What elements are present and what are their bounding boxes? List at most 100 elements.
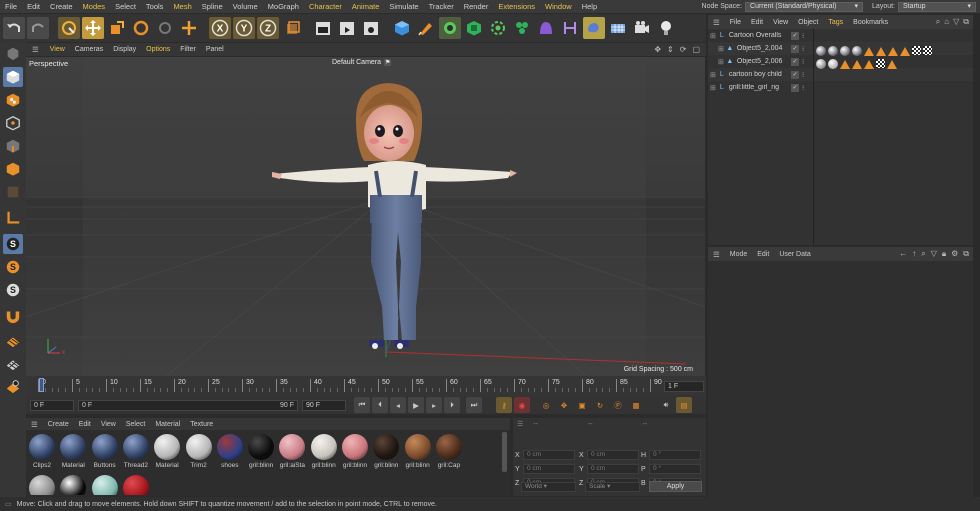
menu-mograph[interactable]: MoGraph — [263, 0, 304, 13]
coord-value-field[interactable]: 0 ° — [649, 464, 701, 474]
uvw-tag-icon[interactable] — [912, 46, 921, 55]
filter-icon[interactable]: ▽ — [953, 17, 959, 27]
camera-button[interactable] — [631, 17, 653, 39]
maximize-view-icon[interactable]: ▢ — [692, 45, 700, 54]
undo-button[interactable] — [3, 17, 25, 39]
z-axis-lock-button[interactable]: Z — [257, 17, 279, 39]
material-swatch[interactable]: Thread2 — [122, 434, 150, 474]
symmetry-button[interactable]: S — [3, 280, 23, 300]
coord-value-field[interactable]: 0 cm — [587, 450, 639, 460]
object-row[interactable]: ⊞ Lcartoon boy child ✓ ⁝ — [708, 68, 973, 81]
bend-button[interactable] — [559, 17, 581, 39]
object-row[interactable]: ⊞ Lgrill:little_girl_rig ✓ ⁝ — [708, 81, 973, 94]
viewport-menu-display[interactable]: Display — [108, 46, 141, 53]
arrow-up-icon[interactable]: ↑ — [912, 249, 916, 259]
menu-tracker[interactable]: Tracker — [424, 0, 459, 13]
snap-button[interactable]: S — [3, 234, 23, 254]
layer-dots-icon[interactable]: ⁝ — [802, 45, 804, 53]
material-swatch[interactable]: gril:blinn — [372, 434, 400, 474]
material-swatch[interactable]: gril:Cap — [435, 434, 463, 474]
panel-menu-icon[interactable]: ☰ — [517, 420, 523, 428]
object-name[interactable]: Object5_2,004 — [737, 45, 791, 52]
move-view-icon[interactable]: ✥ — [654, 45, 661, 54]
layer-dots-icon[interactable]: ⁝ — [802, 84, 804, 92]
material-swatch[interactable] — [91, 475, 119, 495]
arrow-left-icon[interactable]: ← — [899, 249, 907, 259]
material-tag-icon[interactable] — [887, 60, 897, 69]
rotation-key-button[interactable]: ↻ — [592, 397, 608, 413]
texture-tag-icon[interactable] — [816, 46, 826, 56]
play-button[interactable]: ▶ — [408, 397, 424, 413]
settings-icon[interactable]: ⚙︎ — [951, 249, 958, 259]
material-swatch[interactable]: Material — [59, 434, 87, 474]
material-scrollbar[interactable] — [502, 432, 507, 472]
viewport-menu-view[interactable]: View — [45, 46, 70, 53]
y-axis-lock-button[interactable]: Y — [233, 17, 255, 39]
expand-toggle-icon[interactable]: ⊞ — [710, 71, 716, 79]
material-tag-icon[interactable] — [840, 60, 850, 69]
coord-value-field[interactable]: 0 cm — [523, 450, 575, 460]
material-menu-edit[interactable]: Edit — [74, 421, 96, 428]
material-swatch[interactable]: gril:blinn — [404, 434, 432, 474]
camera-label[interactable]: Default Camera ⚑ — [332, 59, 392, 66]
zoom-view-icon[interactable]: ⇕ — [667, 45, 674, 54]
next-key-button[interactable]: ⏵ — [444, 397, 460, 413]
go-to-end-button[interactable]: ⏭ — [466, 397, 482, 413]
axis-mode-button[interactable] — [3, 182, 23, 202]
expand-toggle-icon[interactable]: ⊞ — [718, 45, 724, 53]
parameter-key-button[interactable]: Ⓟ — [610, 397, 626, 413]
material-menu-material[interactable]: Material — [150, 421, 185, 428]
redo-button[interactable] — [27, 17, 49, 39]
apply-button[interactable]: Apply — [649, 481, 702, 492]
next-frame-button[interactable]: ▸ — [426, 397, 442, 413]
search-icon[interactable]: ⌕ — [936, 17, 940, 27]
material-tag-icon[interactable] — [876, 47, 886, 56]
render-settings-button[interactable] — [360, 17, 382, 39]
visibility-toggle[interactable]: ✓ — [791, 44, 799, 53]
menu-mesh[interactable]: Mesh — [168, 0, 196, 13]
end-frame-field[interactable]: 90 F — [302, 399, 346, 411]
create-tool-button[interactable] — [178, 17, 200, 39]
menu-window[interactable]: Window — [540, 0, 577, 13]
scale-key-button[interactable]: ▣ — [574, 397, 590, 413]
material-menu-create[interactable]: Create — [43, 421, 74, 428]
menu-create[interactable]: Create — [45, 0, 78, 13]
material-menu-select[interactable]: Select — [121, 421, 150, 428]
material-swatch[interactable]: gril:blinn — [341, 434, 369, 474]
points-mode-button[interactable] — [3, 113, 23, 133]
move-tool-button[interactable] — [82, 17, 104, 39]
workplane-button[interactable] — [3, 330, 23, 350]
object-menu-edit[interactable]: Edit — [746, 19, 768, 26]
auto-keying-button[interactable]: ◉ — [514, 397, 530, 413]
visibility-toggle[interactable]: ✓ — [791, 70, 799, 79]
material-swatch[interactable]: shoes — [216, 434, 244, 474]
lock-workplane-button[interactable] — [3, 376, 23, 396]
prev-key-button[interactable]: ⏴ — [372, 397, 388, 413]
position-key-button[interactable]: ✥ — [556, 397, 572, 413]
object-name[interactable]: grill:little_girl_rig — [729, 84, 791, 91]
material-swatch[interactable]: Material — [153, 434, 181, 474]
menu-character[interactable]: Character — [304, 0, 347, 13]
model-mode-button[interactable] — [3, 67, 23, 87]
home-icon[interactable]: ⌂ — [944, 17, 949, 27]
material-swatch[interactable]: Buttons — [91, 434, 119, 474]
material-swatch[interactable]: gril:blinn — [247, 434, 275, 474]
rotate-tool-button[interactable] — [130, 17, 152, 39]
record-key-button[interactable]: ⚷ — [496, 397, 512, 413]
enable-axis-button[interactable] — [3, 208, 23, 228]
texture-tag-icon[interactable] — [828, 46, 838, 56]
material-swatch[interactable] — [28, 475, 56, 495]
attributes-menu-mode[interactable]: Mode — [725, 251, 753, 258]
viewport-menu-cameras[interactable]: Cameras — [70, 46, 108, 53]
menu-extensions[interactable]: Extensions — [493, 0, 540, 13]
sound-button[interactable]: 🔊︎ — [658, 397, 674, 413]
panel-menu-icon[interactable]: ☰ — [708, 250, 725, 259]
light-button[interactable] — [655, 17, 677, 39]
layer-dots-icon[interactable]: ⁝ — [802, 58, 804, 66]
panel-menu-icon[interactable]: ☰ — [708, 18, 725, 27]
coord-value-field[interactable]: 0 cm — [523, 464, 575, 474]
playhead[interactable] — [39, 378, 44, 392]
node-space-dropdown[interactable]: Current (Standard/Physical) ▾ — [745, 1, 864, 12]
visibility-toggle[interactable]: ✓ — [791, 57, 799, 66]
coordinate-system-button[interactable] — [281, 17, 303, 39]
